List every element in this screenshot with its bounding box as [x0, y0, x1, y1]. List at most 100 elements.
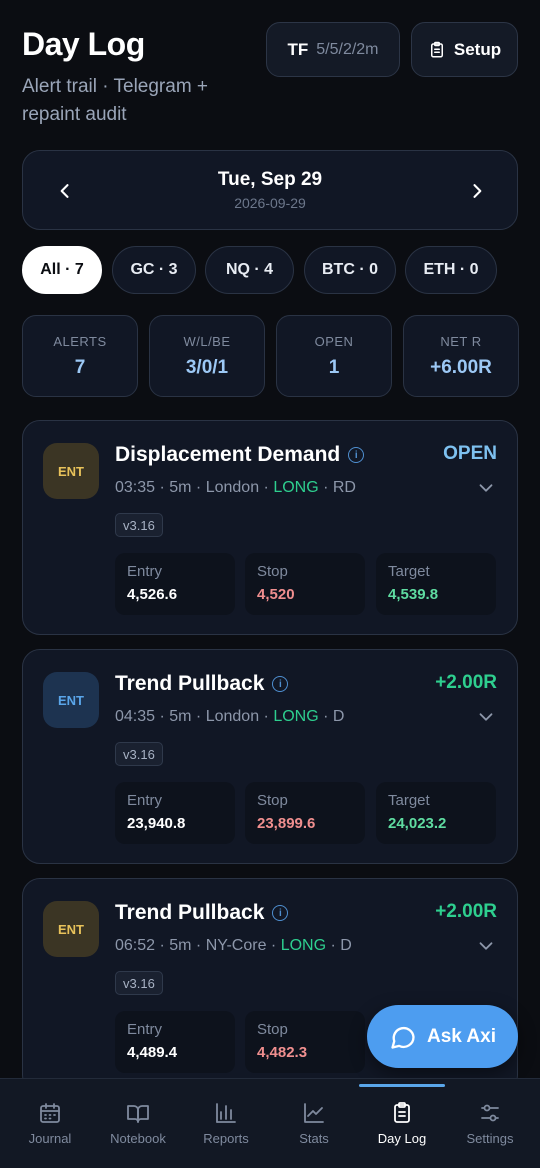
level-label: Stop [257, 563, 288, 580]
tab-label: Stats [299, 1131, 329, 1146]
entry-level: Entry 4,526.6 [115, 553, 235, 615]
active-tab-indicator [359, 1084, 445, 1087]
entry-badge: ENT [43, 672, 99, 728]
next-day-button[interactable] [459, 173, 495, 209]
stat-value: 1 [328, 357, 340, 378]
chevron-down-icon[interactable] [475, 935, 497, 957]
alert-meta: 06:52 · 5m · NY-Core · LONG · D [115, 937, 352, 955]
level-label: Target [388, 792, 430, 809]
alert-result: OPEN [443, 443, 497, 464]
stop-level: Stop 4,482.3 [245, 1011, 365, 1073]
level-value: 4,539.8 [388, 586, 439, 603]
tab-notebook[interactable]: Notebook [93, 1079, 183, 1168]
line-chart-icon [304, 1103, 324, 1123]
calendar-icon [40, 1103, 60, 1123]
info-icon[interactable]: i [272, 905, 289, 921]
alert-name-text: Displacement Demand [115, 443, 341, 466]
version-tag: v3.16 [115, 971, 163, 995]
setup-label: Setup [453, 39, 502, 59]
clipboard-icon [394, 1102, 410, 1123]
stop-level: Stop 23,899.6 [245, 782, 365, 844]
filter-chip-gc[interactable]: GC · 3 [112, 246, 196, 294]
tab-settings[interactable]: Settings [445, 1079, 535, 1168]
timeframe-value: 5/5/2/2m [316, 40, 379, 58]
setup-button[interactable]: Setup [411, 22, 518, 77]
filter-chip-nq[interactable]: NQ · 4 [205, 246, 294, 294]
alert-card[interactable]: ENT Displacement Demand i 03:35 · 5m · L… [22, 420, 518, 635]
alert-direction: LONG [280, 937, 327, 954]
info-icon[interactable]: i [348, 447, 365, 463]
level-value: 4,526.6 [127, 586, 178, 603]
stat-net-r: NET R +6.00R [403, 315, 519, 397]
alert-tag: · D [326, 937, 352, 954]
filter-chip-eth[interactable]: ETH · 0 [405, 246, 497, 294]
ask-axi-button[interactable]: Ask Axi [367, 1005, 518, 1068]
alert-meta: 03:35 · 5m · London · LONG · RD [115, 479, 356, 497]
bar-chart-icon [216, 1103, 236, 1123]
entry-badge: ENT [43, 443, 99, 499]
alert-result: +2.00R [435, 901, 497, 922]
chat-bubble-icon [391, 1026, 415, 1049]
level-value: 23,899.6 [257, 815, 316, 832]
stat-label: ALERTS [53, 334, 107, 349]
level-label: Entry [127, 1021, 163, 1038]
book-icon [127, 1105, 149, 1123]
target-level: Target 24,023.2 [376, 782, 496, 844]
alert-time: 03:35 · 5m · London · [115, 479, 274, 496]
page-subtitle: Alert trail · Telegram + repaint audit [22, 76, 209, 125]
ask-axi-label: Ask Axi [427, 1025, 496, 1047]
tab-journal[interactable]: Journal [5, 1079, 95, 1168]
alert-name: Displacement Demand i [115, 443, 365, 467]
alert-time: 06:52 · 5m · NY-Core · [115, 937, 281, 954]
version-tag: v3.16 [115, 742, 163, 766]
level-value: 24,023.2 [388, 815, 447, 832]
tab-reports[interactable]: Reports [181, 1079, 271, 1168]
alert-name-text: Trend Pullback [115, 672, 265, 695]
info-icon[interactable]: i [272, 676, 289, 692]
entry-level: Entry 4,489.4 [115, 1011, 235, 1073]
stat-label: W/L/BE [183, 334, 231, 349]
selected-date-iso: 2026-09-29 [234, 195, 306, 211]
stat-win-loss-be: W/L/BE 3/0/1 [149, 315, 265, 397]
alert-card[interactable]: ENT Trend Pullback i 04:35 · 5m · London… [22, 649, 518, 864]
tab-stats[interactable]: Stats [269, 1079, 359, 1168]
tab-label: Reports [203, 1131, 249, 1146]
stat-open: OPEN 1 [276, 315, 392, 397]
level-value: 4,520 [257, 586, 295, 603]
level-label: Target [388, 563, 430, 580]
target-level: Target 4,539.8 [376, 553, 496, 615]
version-tag: v3.16 [115, 513, 163, 537]
chevron-down-icon[interactable] [475, 477, 497, 499]
stat-alerts: ALERTS 7 [22, 315, 138, 397]
tab-day-log[interactable]: Day Log [357, 1079, 447, 1168]
stat-label: OPEN [314, 334, 354, 349]
filter-chip-btc[interactable]: BTC · 0 [304, 246, 396, 294]
stat-label: NET R [440, 334, 482, 349]
alert-time: 04:35 · 5m · London · [115, 708, 274, 725]
filter-chip-all[interactable]: All · 7 [22, 246, 102, 294]
alert-name: Trend Pullback i [115, 901, 289, 925]
stop-level: Stop 4,520 [245, 553, 365, 615]
selected-date: Tue, Sep 29 [217, 169, 323, 190]
alert-direction: LONG [273, 708, 319, 725]
stat-value: +6.00R [430, 357, 492, 378]
alert-name-text: Trend Pullback [115, 901, 265, 924]
timeframe-button[interactable]: TF 5/5/2/2m [266, 22, 400, 77]
level-value: 4,489.4 [127, 1044, 178, 1061]
entry-badge: ENT [43, 901, 99, 957]
alert-tag: · RD [318, 479, 356, 496]
alert-meta: 04:35 · 5m · London · LONG · D [115, 708, 344, 726]
date-navigator: Tue, Sep 29 2026-09-29 [22, 150, 518, 230]
level-value: 4,482.3 [257, 1044, 308, 1061]
chevron-down-icon[interactable] [475, 706, 497, 728]
entry-level: Entry 23,940.8 [115, 782, 235, 844]
level-label: Stop [257, 792, 288, 809]
alert-name: Trend Pullback i [115, 672, 289, 696]
bottom-tab-bar: Journal Notebook Reports Stats Day Log S… [0, 1078, 540, 1168]
level-label: Entry [127, 563, 163, 580]
alert-result: +2.00R [435, 672, 497, 693]
level-value: 23,940.8 [127, 815, 186, 832]
stat-value: 7 [74, 357, 86, 378]
stat-value: 3/0/1 [185, 357, 229, 378]
tab-label: Journal [28, 1131, 72, 1146]
